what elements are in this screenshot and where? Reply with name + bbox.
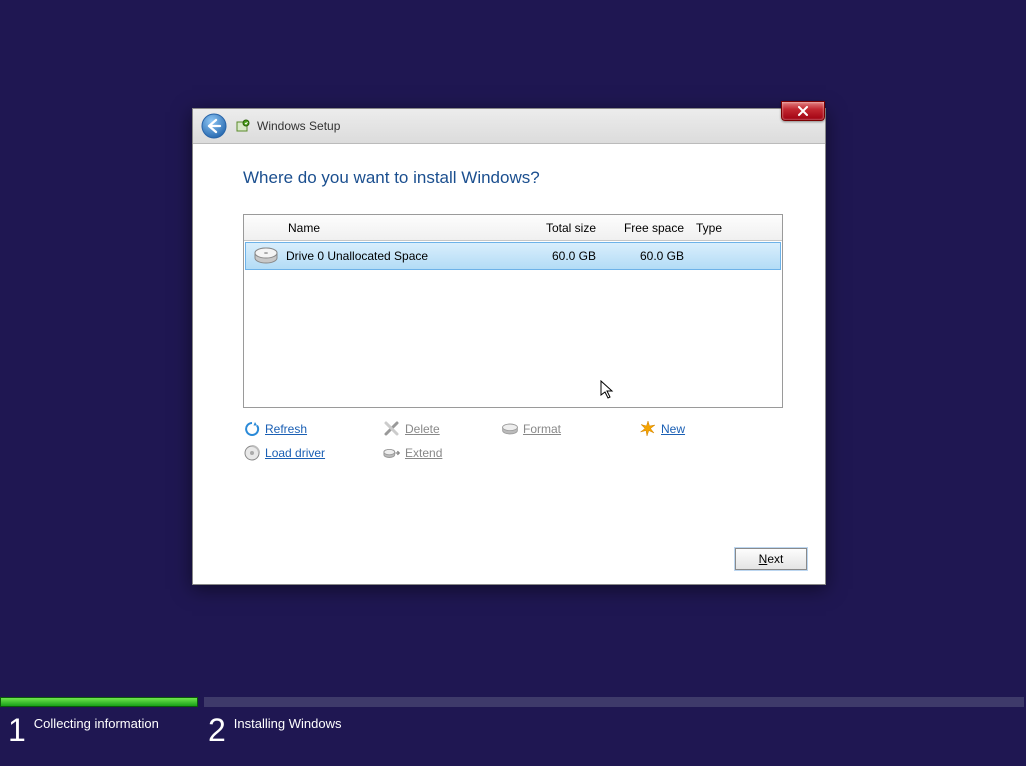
step-indicator: 1 Collecting information 2 Installing Wi… — [0, 708, 1026, 766]
extend-label: E — [405, 446, 413, 460]
drive-icon — [246, 247, 286, 265]
progress-step1 — [0, 697, 198, 707]
drive-actions: Refresh Delete — [243, 420, 783, 462]
new-icon — [639, 420, 657, 438]
format-icon — [501, 420, 519, 438]
progress-step2 — [204, 697, 1024, 707]
load-driver-action[interactable]: Load driver — [243, 444, 383, 462]
step-1-label: Collecting information — [34, 716, 159, 731]
col-free[interactable]: Free space — [604, 221, 692, 235]
setup-icon — [235, 118, 251, 134]
extend-icon — [383, 444, 401, 462]
refresh-icon — [243, 420, 261, 438]
format-action[interactable]: Format — [501, 420, 639, 438]
col-total[interactable]: Total size — [504, 221, 604, 235]
back-button[interactable] — [201, 113, 227, 139]
extend-action[interactable]: Extend — [383, 444, 501, 462]
next-label: Next — [759, 552, 784, 566]
next-button[interactable]: Next — [735, 548, 807, 570]
load-driver-label: L — [265, 446, 272, 460]
drive-table: Name Total size Free space Type Drive 0 … — [243, 214, 783, 408]
refresh-action[interactable]: Refresh — [243, 420, 383, 438]
titlebar: Windows Setup — [193, 109, 825, 144]
new-label: N — [661, 422, 670, 436]
delete-label: D — [405, 422, 414, 436]
step-2-number: 2 — [208, 714, 226, 746]
close-icon — [797, 106, 809, 116]
row-name: Drive 0 Unallocated Space — [286, 249, 504, 263]
new-action[interactable]: New — [639, 420, 759, 438]
setup-dialog: Windows Setup Where do you want to insta… — [192, 108, 826, 585]
step-1-number: 1 — [8, 714, 26, 746]
load-driver-icon — [243, 444, 261, 462]
step-1: 1 Collecting information — [0, 714, 200, 746]
window-title: Windows Setup — [257, 119, 340, 133]
progress-strip — [0, 697, 1026, 707]
row-total: 60.0 GB — [504, 249, 604, 263]
step-2-label: Installing Windows — [234, 716, 342, 731]
row-free: 60.0 GB — [604, 249, 692, 263]
page-heading: Where do you want to install Windows? — [243, 168, 775, 188]
table-row[interactable]: Drive 0 Unallocated Space 60.0 GB 60.0 G… — [245, 242, 781, 270]
delete-icon — [383, 420, 401, 438]
col-name[interactable]: Name — [286, 221, 504, 235]
refresh-label: R — [265, 422, 274, 436]
close-button[interactable] — [781, 101, 825, 121]
step-2: 2 Installing Windows — [200, 714, 341, 746]
col-type[interactable]: Type — [692, 221, 782, 235]
delete-action[interactable]: Delete — [383, 420, 501, 438]
table-header: Name Total size Free space Type — [244, 215, 782, 241]
dialog-content: Where do you want to install Windows? Na… — [193, 144, 825, 478]
